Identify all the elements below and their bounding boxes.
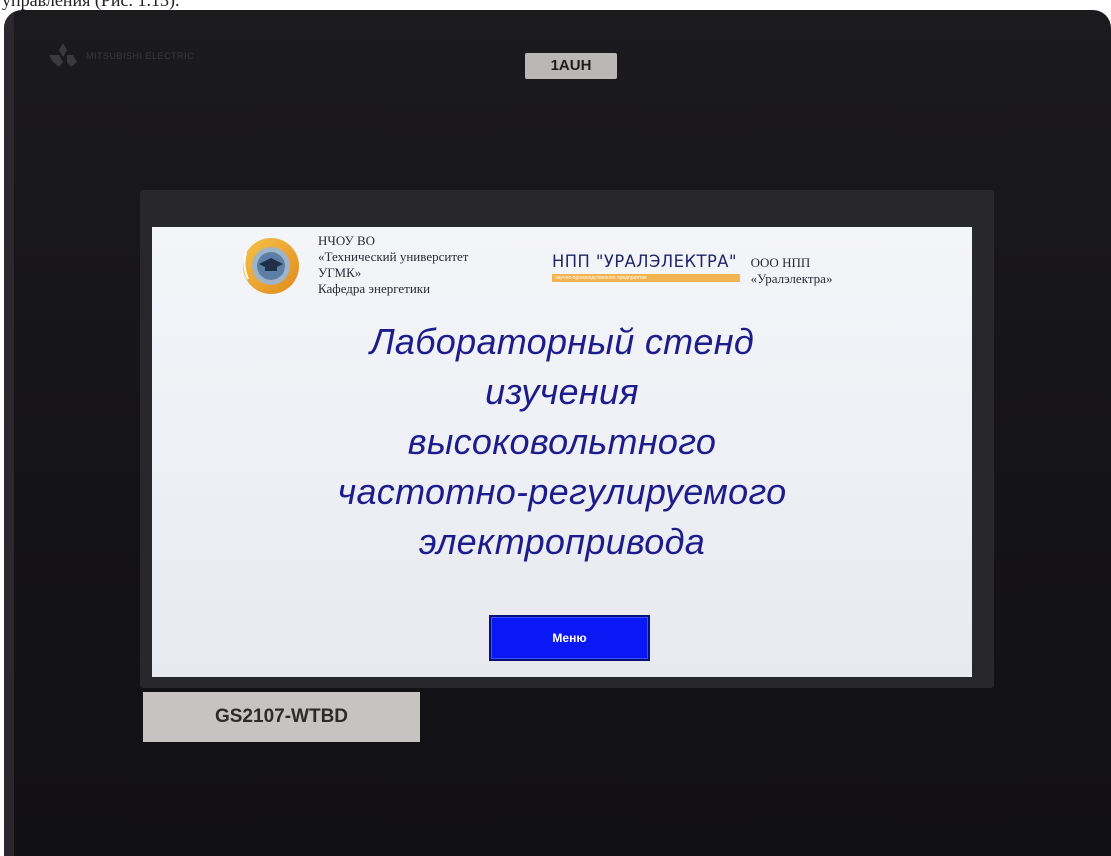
company-block: НПП "УРАЛЭЛЕКТРА" научно-производственно… bbox=[552, 252, 832, 287]
company-logo: НПП "УРАЛЭЛЕКТРА" научно-производственно… bbox=[552, 252, 745, 282]
bezel-edge bbox=[4, 10, 14, 856]
company-logo-text: НПП "УРАЛЭЛЕКТРА" bbox=[552, 252, 737, 272]
company-text: ООО НПП «Уралэлектра» bbox=[751, 252, 833, 287]
model-tag: 1AUH bbox=[525, 53, 617, 79]
company-logo-strip: научно-производственное предприятие bbox=[552, 274, 740, 282]
university-block: НЧОУ ВО «Технический университет УГМК» К… bbox=[240, 233, 468, 297]
document-caption: управления (Рис. 1.13). bbox=[0, 0, 1111, 10]
university-line: «Технический университет bbox=[318, 249, 469, 264]
title-line: частотно-регулируемого bbox=[337, 471, 787, 512]
brand-logo: MITSUBISHI ELECTRIC bbox=[46, 36, 194, 76]
university-logo-icon bbox=[240, 235, 302, 297]
screen-title: Лабораторный стенд изучения высоковольтн… bbox=[152, 317, 972, 567]
product-tag: GS2107-WTBD bbox=[143, 692, 420, 742]
university-line: Кафедра энергетики bbox=[318, 281, 431, 296]
menu-button[interactable]: Меню bbox=[489, 615, 650, 661]
title-line: электропривода bbox=[418, 521, 706, 562]
title-line: Лабораторный стенд bbox=[369, 321, 755, 362]
university-line: НЧОУ ВО bbox=[318, 233, 376, 248]
hmi-screen: НЧОУ ВО «Технический университет УГМК» К… bbox=[152, 227, 972, 677]
university-line: УГМК» bbox=[318, 265, 362, 280]
company-line: «Уралэлектра» bbox=[750, 271, 833, 286]
title-line: высоковольтного bbox=[407, 421, 717, 462]
company-line: ООО НПП bbox=[750, 255, 811, 270]
mitsubishi-diamonds-icon bbox=[46, 42, 80, 70]
title-line: изучения bbox=[485, 371, 639, 412]
university-text: НЧОУ ВО «Технический университет УГМК» К… bbox=[318, 233, 468, 297]
caption-text: управления (Рис. 1.13). bbox=[2, 0, 180, 10]
brand-label: MITSUBISHI ELECTRIC bbox=[86, 51, 195, 61]
